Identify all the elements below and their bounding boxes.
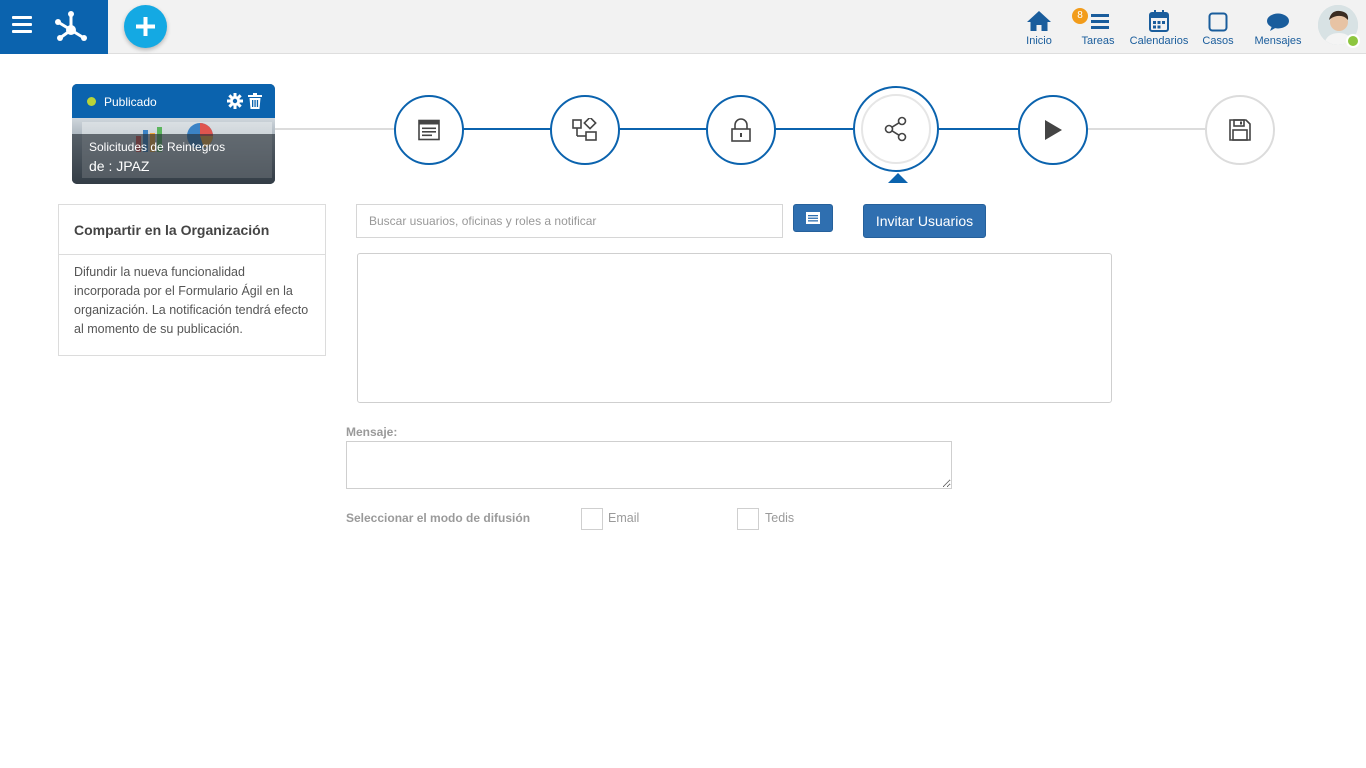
step-save[interactable]: [1205, 95, 1275, 165]
search-input[interactable]: [356, 204, 783, 238]
nav-label: Mensajes: [1254, 35, 1302, 47]
nav-inicio[interactable]: Inicio: [1018, 6, 1060, 47]
status-dot: [87, 97, 96, 106]
nav-label: Calendarios: [1129, 35, 1189, 47]
active-step-pointer: [888, 173, 908, 183]
tedis-checkbox[interactable]: [737, 508, 759, 530]
save-icon: [1229, 119, 1251, 141]
form-card[interactable]: Publicado Solicitudes de Reintegros de:…: [72, 84, 275, 184]
tasks-badge: 8: [1072, 8, 1088, 24]
gear-icon[interactable]: [227, 93, 243, 109]
step-run[interactable]: [1018, 95, 1088, 165]
lock-icon: [731, 118, 751, 142]
share-icon: [884, 116, 907, 142]
form-title: Solicitudes de Reintegros: [89, 140, 226, 154]
tasks-icon: [1091, 14, 1109, 29]
invite-users-button[interactable]: Invitar Usuarios: [863, 204, 986, 238]
nav-mensajes[interactable]: Mensajes: [1252, 6, 1304, 47]
status-label: Publicado: [104, 95, 157, 109]
tedis-option-label: Tedis: [765, 511, 795, 525]
broadcast-mode-label: Seleccionar el modo de difusión: [346, 511, 531, 525]
nav-label: Tareas: [1081, 35, 1115, 47]
list-icon: [806, 212, 820, 224]
step-security[interactable]: [706, 95, 776, 165]
online-status-indicator: [1346, 34, 1360, 48]
card-header: Publicado: [72, 84, 275, 118]
message-label: Mensaje:: [346, 425, 398, 439]
trash-icon[interactable]: [248, 93, 262, 109]
brand-area: [0, 0, 108, 54]
play-icon: [1045, 120, 1062, 140]
nav-casos[interactable]: Casos: [1200, 6, 1236, 47]
plus-icon: [136, 17, 155, 36]
info-title: Compartir en la Organización: [59, 205, 325, 255]
step-connector: [275, 128, 395, 130]
step-connector: [939, 128, 1019, 130]
form-author: de : JPAZ: [89, 158, 150, 174]
list-button[interactable]: [793, 204, 833, 232]
email-option-label: Email: [608, 511, 640, 525]
top-bar: Inicio 8 Tareas Calendarios Casos Mensaj…: [0, 0, 1366, 54]
menu-icon[interactable]: [12, 16, 34, 36]
app-logo[interactable]: [52, 8, 90, 46]
message-field[interactable]: [346, 441, 952, 489]
step-share[interactable]: [861, 94, 931, 164]
step-connector: [1087, 128, 1207, 130]
messages-icon: [1267, 13, 1289, 31]
calendar-icon: [1149, 10, 1169, 32]
email-checkbox[interactable]: [581, 508, 603, 530]
add-button[interactable]: [124, 5, 167, 48]
home-icon: [1027, 11, 1051, 31]
nav-label: Casos: [1202, 35, 1234, 47]
info-description: Difundir la nueva funcionalidad incorpor…: [74, 265, 309, 336]
selected-users-box[interactable]: [357, 253, 1112, 403]
form-icon: [418, 119, 440, 141]
step-connector: [463, 128, 853, 130]
step-flow[interactable]: [550, 95, 620, 165]
nav-label: Inicio: [1026, 35, 1052, 47]
info-panel: Compartir en la Organización Difundir la…: [58, 204, 326, 356]
cases-icon: [1208, 12, 1228, 32]
flow-icon: [572, 118, 597, 141]
step-form[interactable]: [394, 95, 464, 165]
nav-calendarios[interactable]: Calendarios: [1128, 6, 1190, 47]
nav-tareas[interactable]: 8 Tareas: [1072, 6, 1118, 47]
